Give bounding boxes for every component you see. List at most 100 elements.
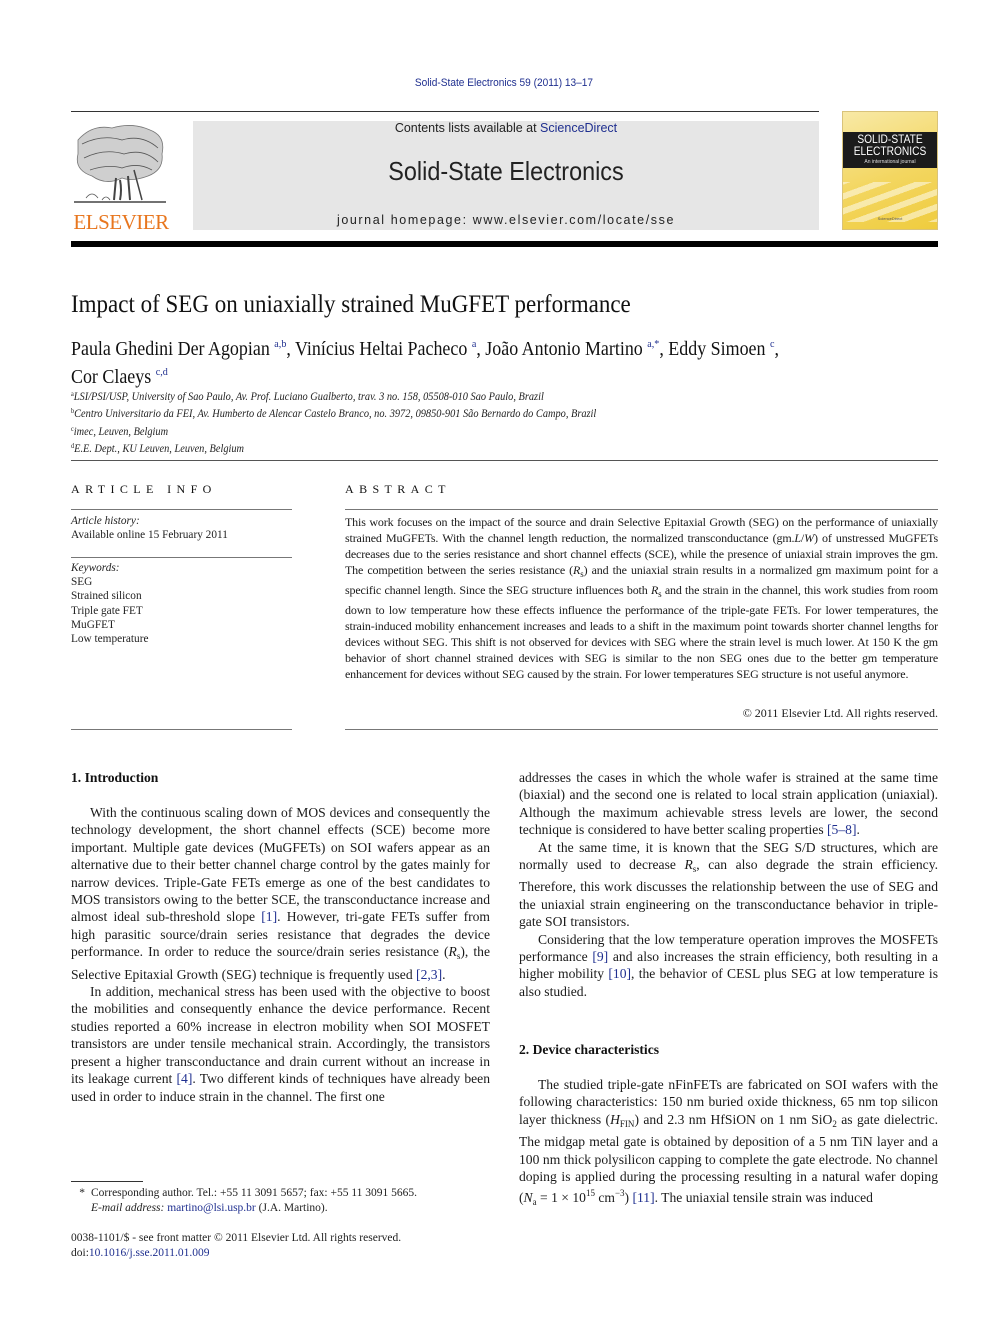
abstract-heading: ABSTRACT (345, 482, 451, 496)
affiliation-text: imec, Leuven, Belgium (73, 425, 169, 438)
contents-prefix: Contents lists available at (394, 121, 541, 135)
author-separator: , (659, 339, 669, 360)
citation-link[interactable]: [2,3] (416, 967, 442, 982)
header-thick-rule (71, 241, 938, 247)
citation-link[interactable]: [11] (632, 1190, 654, 1205)
article-history: Article history: Available online 15 Feb… (71, 514, 228, 542)
corresponding-author-footnote: * Corresponding author. Tel.: +55 11 3091… (71, 1186, 417, 1216)
history-value: Available online 15 February 2011 (71, 529, 228, 542)
citation-link[interactable]: [5–8] (827, 822, 856, 837)
text-segment: . The uniaxial tensile strain was induce… (654, 1190, 873, 1206)
affiliation-list: aLSI/PSI/USP, University of Sao Paulo, A… (71, 387, 596, 456)
affiliation-item: aLSI/PSI/USP, University of Sao Paulo, A… (71, 387, 596, 404)
keyword-item: Triple gate FET (71, 604, 143, 617)
author-separator: , (476, 339, 486, 360)
cover-title: SOLID-STATE ELECTRONICS (850, 133, 930, 157)
abstract-text: This work focuses on the impact of the s… (345, 514, 938, 682)
math-symbol: R (684, 857, 693, 873)
citation-link[interactable]: [10] (608, 966, 631, 981)
math-superscript: −3 (614, 1188, 625, 1199)
abstract-segment: and the strain in the channel, this work… (345, 583, 939, 681)
journal-cover-thumbnail[interactable]: SOLID-STATE ELECTRONICS An international… (842, 111, 938, 230)
math-symbol: N (523, 1190, 533, 1206)
paragraph: Considering that the low temperature ope… (519, 931, 938, 1001)
cover-title-line2: ELECTRONICS (853, 144, 927, 158)
article-info-heading: ARTICLE INFO (71, 482, 217, 496)
contents-availability-line: Contents lists available at ScienceDirec… (193, 121, 819, 135)
abstract-rule (345, 509, 938, 510)
cover-subtitle: An international journal (864, 159, 916, 165)
journal-homepage-link[interactable]: journal homepage: www.elsevier.com/locat… (193, 213, 819, 227)
doi-prefix: doi: (71, 1247, 89, 1259)
keyword-item: MuGFET (71, 618, 115, 631)
doi-link[interactable]: 10.1016/j.sse.2011.01.009 (89, 1247, 210, 1259)
article-info-rule (71, 729, 292, 730)
author-affiliation-ref[interactable]: c,d (156, 366, 168, 378)
citation-link[interactable]: [9] (592, 949, 608, 964)
author-separator: , (774, 339, 779, 360)
paragraph: With the continuous scaling down of MOS … (71, 804, 490, 983)
author-name[interactable]: Paula Ghedini Der Agopian (71, 339, 270, 360)
body-column-left: With the continuous scaling down of MOS … (71, 804, 490, 1105)
corresponding-author-text: Corresponding author. Tel.: +55 11 3091 … (91, 1187, 418, 1199)
author-name[interactable]: João Antonio Martino (485, 339, 642, 360)
article-info-rule (71, 557, 292, 558)
article-info-rule (71, 509, 292, 510)
author-name[interactable]: Eddy Simoen (668, 339, 765, 360)
history-label: Article history: (71, 515, 140, 527)
text-segment: cm (594, 1190, 615, 1206)
affiliation-item: bCentro Universitario da FEI, Av. Humber… (71, 404, 596, 421)
author-affiliation-ref[interactable]: a,* (647, 338, 659, 350)
paragraph: The studied triple-gate nFinFETs are fab… (519, 1076, 938, 1212)
math-subscript: FIN (619, 1118, 635, 1129)
author-list: Paula Ghedini Der Agopian a,b, Vinícius … (71, 333, 881, 389)
email-suffix: (J.A. Martino). (255, 1202, 328, 1214)
paragraph: addresses the cases in which the whole w… (519, 769, 938, 839)
journal-citation-link[interactable]: Solid-State Electronics 59 (2011) 13–17 (40, 77, 967, 89)
elsevier-wordmark: ELSEVIER (73, 210, 169, 234)
keywords-label: Keywords: (71, 562, 120, 574)
body-column-right: addresses the cases in which the whole w… (519, 769, 938, 1000)
keyword-item: Low temperature (71, 633, 149, 646)
text-segment: addresses the cases in which the whole w… (519, 770, 938, 838)
keyword-item: SEG (71, 576, 93, 589)
footnote-star: * (79, 1187, 85, 1199)
elsevier-tree-icon (74, 125, 166, 203)
text-segment: ) and 2.3 nm HfSiON on 1 nm SiO (634, 1111, 833, 1127)
affiliation-text: E.E. Dept., KU Leuven, Leuven, Belgium (74, 442, 245, 455)
affiliation-divider (71, 460, 938, 461)
abstract-rule (345, 729, 938, 730)
journal-name: Solid-State Electronics (388, 156, 624, 186)
affiliation-text: LSI/PSI/USP, University of Sao Paulo, Av… (73, 391, 544, 403)
text-segment: . (856, 822, 860, 838)
header-top-rule (71, 111, 819, 112)
journal-banner: Contents lists available at ScienceDirec… (193, 121, 819, 230)
author-separator: , (286, 339, 296, 360)
section-heading-introduction: 1. Introduction (71, 770, 159, 785)
citation-link[interactable]: [1] (261, 909, 277, 924)
author-name[interactable]: Cor Claeys (71, 367, 151, 388)
author-affiliation-ref[interactable]: a,b (274, 338, 286, 350)
text-segment: With the continuous scaling down of MOS … (71, 805, 490, 925)
citation-link[interactable]: [4] (177, 1071, 193, 1086)
issn-doi-block: 0038-1101/$ - see front matter © 2011 El… (71, 1231, 401, 1261)
affiliation-text: Centro Universitario da FEI, Av. Humbert… (74, 408, 597, 421)
section-heading-device-characteristics: 2. Device characteristics (519, 1042, 660, 1057)
keyword-item: Strained silicon (71, 590, 142, 603)
paragraph: At the same time, it is known that the S… (519, 839, 938, 931)
keywords: Keywords: SEG Strained silicon Triple ga… (71, 561, 148, 646)
paragraph: In addition, mechanical stress has been … (71, 983, 490, 1105)
sciencedirect-link[interactable]: ScienceDirect (540, 121, 617, 135)
footnote-rule (71, 1181, 143, 1182)
body-column-right-continued: The studied triple-gate nFinFETs are fab… (519, 1076, 938, 1212)
email-label: E-mail address: (91, 1202, 165, 1214)
affiliation-item: cimec, Leuven, Belgium (71, 422, 596, 439)
text-segment: = 1 × 10 (536, 1190, 586, 1206)
text-segment: . (442, 966, 446, 982)
math-symbol: H (610, 1111, 620, 1127)
abstract-math: W (804, 531, 814, 545)
elsevier-logo[interactable]: ELSEVIER (70, 120, 172, 234)
author-name[interactable]: Vinícius Heltai Pacheco (295, 339, 467, 360)
issn-line: 0038-1101/$ - see front matter © 2011 El… (71, 1232, 402, 1244)
email-link[interactable]: martino@lsi.usp.br (167, 1202, 256, 1214)
